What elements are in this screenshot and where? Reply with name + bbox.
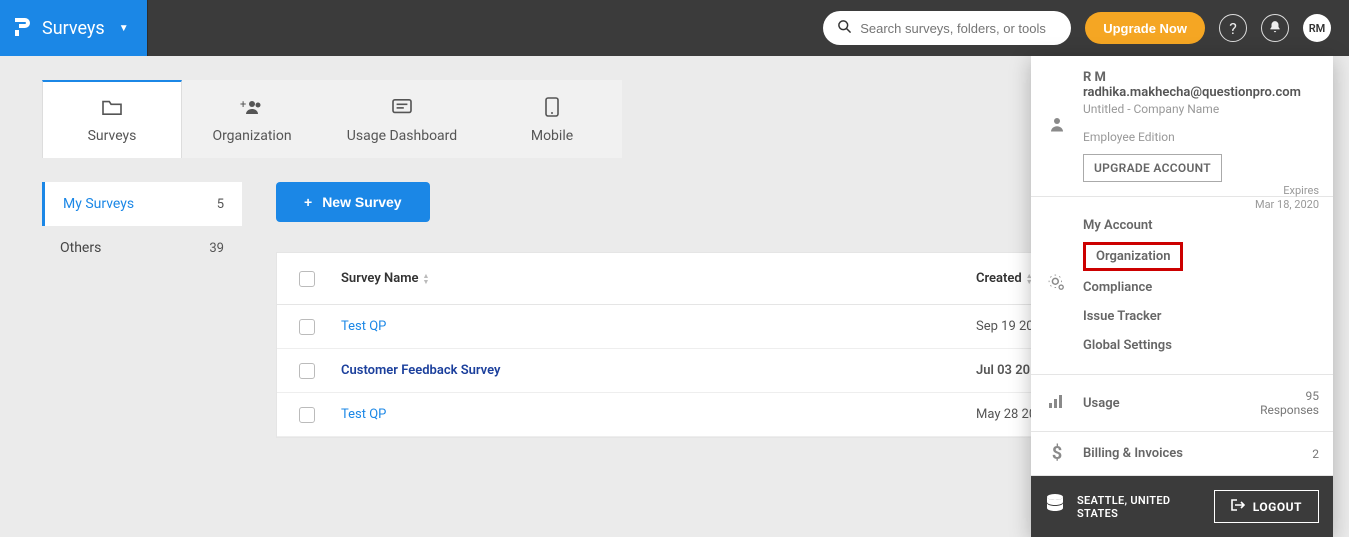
location-label: SEATTLE, UNITED STATES <box>1077 494 1202 520</box>
row-checkbox[interactable] <box>299 407 315 423</box>
folder-others[interactable]: Others 39 <box>42 226 242 270</box>
folder-label: My Surveys <box>63 196 134 212</box>
folder-my-surveys[interactable]: My Surveys 5 <box>42 182 242 226</box>
menu-my-account[interactable]: My Account <box>1083 211 1319 240</box>
search-icon <box>837 19 852 38</box>
header-right: Upgrade Now ? RM <box>823 11 1349 45</box>
folder-icon <box>101 96 123 118</box>
upgrade-account-button[interactable]: UPGRADE ACCOUNT <box>1083 154 1222 182</box>
select-all-checkbox[interactable] <box>299 271 315 287</box>
settings-section: My Account Organization Compliance Issue… <box>1031 197 1333 375</box>
menu-issue-tracker[interactable]: Issue Tracker <box>1083 302 1319 331</box>
profile-info-section: R M radhika.makhecha@questionpro.com Unt… <box>1031 56 1333 197</box>
profile-dropdown: R M radhika.makhecha@questionpro.com Unt… <box>1031 56 1333 537</box>
search-input[interactable] <box>860 21 1057 36</box>
notifications-button[interactable] <box>1261 14 1289 42</box>
sort-icon: ▲▼ <box>422 273 429 285</box>
tab-label: Mobile <box>531 128 573 144</box>
row-checkbox[interactable] <box>299 319 315 335</box>
help-button[interactable]: ? <box>1219 14 1247 42</box>
chat-icon <box>391 96 413 118</box>
upgrade-now-button[interactable]: Upgrade Now <box>1085 12 1205 44</box>
usage-count: 95 <box>1260 389 1319 403</box>
bell-icon <box>1268 19 1282 38</box>
survey-link[interactable]: Customer Feedback Survey <box>341 363 500 378</box>
header-name[interactable]: Survey Name ▲▼ <box>337 271 976 286</box>
menu-organization[interactable]: Organization <box>1083 242 1183 271</box>
user-icon <box>1048 115 1066 138</box>
tab-label: Organization <box>212 128 291 144</box>
expires-date: Mar 18, 2020 <box>1255 198 1319 212</box>
profile-name: R M <box>1083 70 1319 85</box>
tab-mobile[interactable]: Mobile <box>482 80 622 158</box>
tab-usage-dashboard[interactable]: Usage Dashboard <box>322 80 482 158</box>
svg-text:+: + <box>240 98 246 111</box>
menu-global-settings[interactable]: Global Settings <box>1083 331 1319 360</box>
tab-label: Usage Dashboard <box>347 128 457 144</box>
new-survey-label: New Survey <box>322 194 401 210</box>
top-header: Surveys ▼ Upgrade Now ? RM <box>0 0 1349 56</box>
add-user-icon: + <box>240 96 264 118</box>
profile-edition: Employee Edition <box>1083 130 1319 144</box>
usage-section[interactable]: Usage 95 Responses <box>1031 375 1333 432</box>
tab-surveys[interactable]: Surveys <box>42 80 182 158</box>
tab-label: Surveys <box>88 128 137 144</box>
billing-count: 2 <box>1312 447 1319 461</box>
brand-title: Surveys <box>42 18 105 39</box>
new-survey-button[interactable]: + New Survey <box>276 182 430 222</box>
logout-label: LOGOUT <box>1253 500 1302 514</box>
brand-logo-icon <box>12 16 32 40</box>
survey-link[interactable]: Test QP <box>341 407 386 422</box>
row-checkbox[interactable] <box>299 363 315 379</box>
survey-link[interactable]: Test QP <box>341 319 386 334</box>
search-box[interactable] <box>823 11 1071 45</box>
divider <box>147 0 148 56</box>
tab-organization[interactable]: + Organization <box>182 80 322 158</box>
expiry-info: Expires Mar 18, 2020 <box>1255 184 1319 212</box>
usage-sub: Responses <box>1260 403 1319 417</box>
billing-label: Billing & Invoices <box>1083 446 1183 461</box>
folder-count: 39 <box>209 241 224 256</box>
bars-icon <box>1048 393 1066 414</box>
caret-down-icon: ▼ <box>119 23 129 34</box>
plus-icon: + <box>304 194 312 210</box>
profile-email: radhika.makhecha@questionpro.com <box>1083 85 1319 100</box>
brand-tab[interactable]: Surveys ▼ <box>0 0 147 56</box>
question-icon: ? <box>1229 19 1237 38</box>
folder-label: Others <box>60 240 101 256</box>
folder-count: 5 <box>217 197 224 212</box>
database-icon <box>1045 493 1065 520</box>
profile-footer: SEATTLE, UNITED STATES LOGOUT <box>1031 476 1333 537</box>
mobile-icon <box>545 96 559 118</box>
avatar-chip[interactable]: RM <box>1303 14 1331 42</box>
gear-icon <box>1047 273 1067 298</box>
expires-label: Expires <box>1255 184 1319 198</box>
header-name-label: Survey Name <box>341 271 418 286</box>
logout-button[interactable]: LOGOUT <box>1214 490 1319 523</box>
menu-compliance[interactable]: Compliance <box>1083 273 1319 302</box>
usage-label: Usage <box>1083 396 1120 411</box>
folder-list: My Surveys 5 Others 39 <box>42 182 242 438</box>
profile-subtitle: Untitled - Company Name <box>1083 102 1319 116</box>
billing-section[interactable]: $ Billing & Invoices 2 <box>1031 432 1333 476</box>
logout-icon <box>1231 499 1245 514</box>
dollar-icon: $ <box>1052 443 1062 464</box>
header-created-label: Created <box>976 271 1022 286</box>
